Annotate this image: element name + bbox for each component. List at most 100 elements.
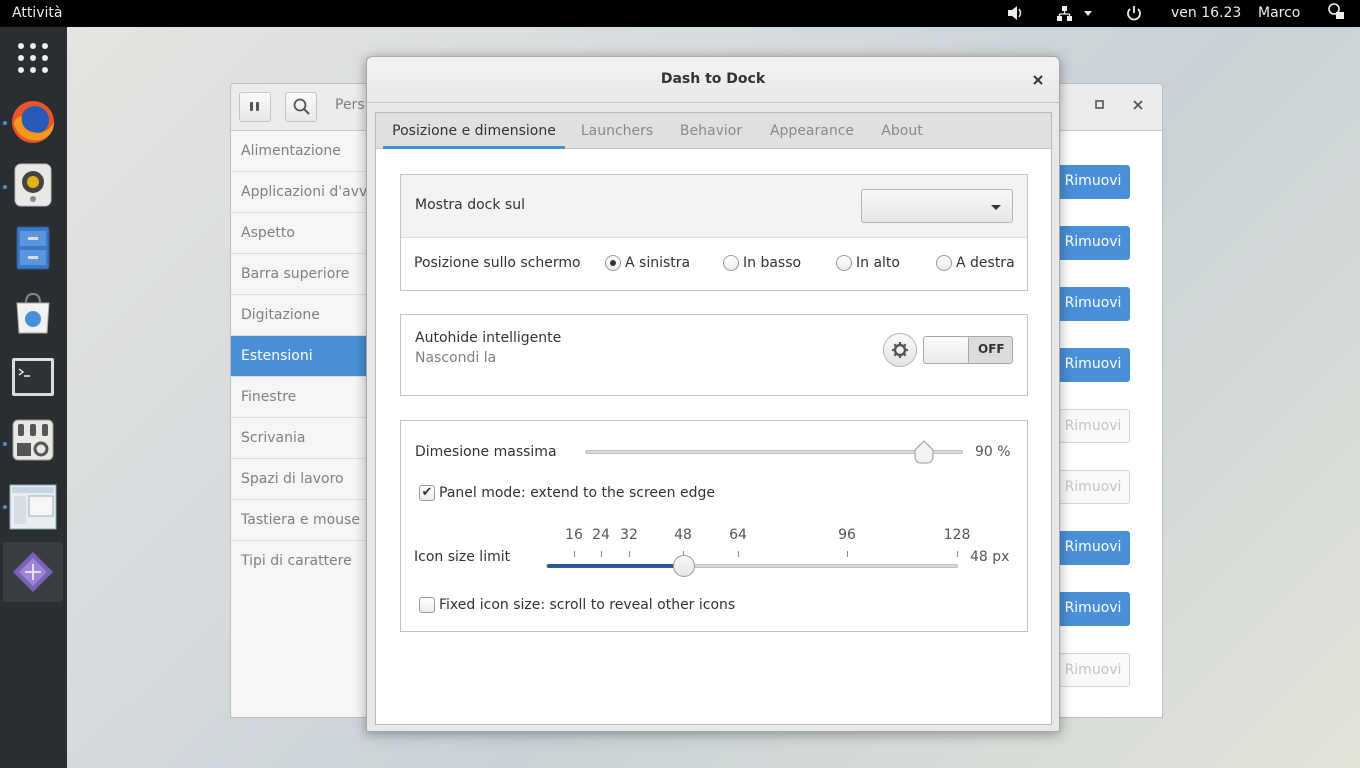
max-size-label: Dimesione massima bbox=[415, 444, 557, 460]
dock bbox=[0, 27, 67, 768]
radio-in-basso[interactable] bbox=[723, 255, 739, 271]
fixed-icon-checkbox[interactable] bbox=[419, 597, 435, 613]
chevron-down-icon bbox=[991, 205, 1001, 210]
switch-knob bbox=[924, 337, 969, 363]
panel-mode-label[interactable]: Panel mode: extend to the screen edge bbox=[439, 485, 715, 501]
icon-size-slider-handle[interactable] bbox=[673, 555, 695, 577]
show-dock-label: Mostra dock sul bbox=[415, 197, 525, 213]
max-size-slider-handle[interactable] bbox=[913, 440, 935, 464]
network-icon[interactable] bbox=[1056, 0, 1096, 27]
icon-size-mark: 96 bbox=[838, 527, 856, 543]
monitor-row: Mostra dock sul bbox=[401, 175, 1027, 237]
max-size-value: 90 % bbox=[975, 444, 1011, 460]
sidebar-item-tastiera-e-mouse[interactable]: Tastiera e mouse bbox=[231, 500, 371, 541]
remove-extension-button[interactable]: Rimuovi bbox=[1056, 226, 1130, 260]
running-indicator bbox=[3, 121, 7, 125]
icon-size-mark: 32 bbox=[620, 527, 638, 543]
remove-extension-button-disabled: Rimuovi bbox=[1056, 409, 1130, 443]
window-thumbnail-icon[interactable] bbox=[8, 482, 58, 532]
radio-a-destra-label[interactable]: A destra bbox=[956, 255, 1015, 271]
tab-behavior[interactable]: Behavior bbox=[671, 113, 751, 149]
icon-size-scale-marks: 16 24 32 48 64 96 128 bbox=[546, 527, 970, 547]
tab-posizione-e-dimensione[interactable]: Posizione e dimensione bbox=[383, 113, 565, 149]
icon-size-mark: 64 bbox=[729, 527, 747, 543]
remove-extension-button[interactable]: Rimuovi bbox=[1056, 592, 1130, 626]
sidebar-item-spazi-di-lavoro[interactable]: Spazi di lavoro bbox=[231, 459, 371, 500]
remove-extension-button[interactable]: Rimuovi bbox=[1056, 287, 1130, 321]
fixed-icon-label[interactable]: Fixed icon size: scroll to reveal other … bbox=[439, 597, 735, 613]
files-icon[interactable] bbox=[8, 223, 58, 273]
icon-size-mark: 128 bbox=[943, 527, 971, 543]
tweaks-sidebar: Alimentazione Applicazioni d'avvio Aspet… bbox=[231, 131, 371, 717]
software-icon[interactable] bbox=[8, 288, 58, 338]
autohide-switch[interactable]: OFF bbox=[923, 336, 1013, 364]
search-icon bbox=[293, 98, 310, 115]
terminal-icon[interactable] bbox=[8, 352, 58, 402]
sidebar-item-barra-superiore[interactable]: Barra superiore bbox=[231, 254, 371, 295]
size-frame: Dimesione massima 90 % ✔ Panel mode: ext… bbox=[400, 420, 1028, 632]
tab-launchers[interactable]: Launchers bbox=[573, 113, 661, 149]
autohide-frame: Autohide intelligente Nascondi la OFF bbox=[400, 314, 1028, 396]
top-bar: Attività ven 16.23 Marco bbox=[0, 0, 1360, 27]
autohide-settings-button[interactable] bbox=[883, 333, 917, 367]
dialog-title: Dash to Dock bbox=[367, 57, 1059, 103]
icon-size-ticks bbox=[546, 551, 958, 557]
user-menu[interactable]: Marco bbox=[1258, 0, 1300, 27]
running-indicator bbox=[3, 185, 7, 189]
icon-size-value: 48 px bbox=[970, 549, 1010, 565]
radio-in-alto[interactable] bbox=[836, 255, 852, 271]
app-grid-icon[interactable] bbox=[8, 33, 58, 83]
rhythmbox-icon[interactable] bbox=[8, 160, 58, 210]
power-icon[interactable] bbox=[1125, 0, 1143, 27]
autohide-sublabel: Nascondi la bbox=[415, 350, 497, 366]
radio-a-destra[interactable] bbox=[936, 255, 952, 271]
sidebar-item-estensioni[interactable]: Estensioni bbox=[231, 336, 371, 377]
sidebar-item-finestre[interactable]: Finestre bbox=[231, 377, 371, 418]
icon-size-slider-fill bbox=[547, 564, 684, 568]
clock[interactable]: ven 16.23 bbox=[1171, 0, 1241, 27]
sidebar-item-scrivania[interactable]: Scrivania bbox=[231, 418, 371, 459]
tweaks-icon[interactable] bbox=[8, 415, 58, 465]
dialog-body: Posizione e dimensione Launchers Behavio… bbox=[375, 112, 1052, 725]
accessibility-icon[interactable] bbox=[1326, 0, 1346, 27]
search-toggle-button[interactable] bbox=[285, 92, 317, 122]
sidebar-item-alimentazione[interactable]: Alimentazione bbox=[231, 131, 371, 172]
close-icon[interactable] bbox=[1031, 73, 1045, 87]
sidebar-item-digitazione[interactable]: Digitazione bbox=[231, 295, 371, 336]
monitor-dropdown[interactable] bbox=[861, 189, 1013, 223]
dash-to-dock-settings-icon[interactable] bbox=[3, 542, 63, 602]
remove-extension-button[interactable]: Rimuovi bbox=[1056, 165, 1130, 199]
dash-to-dock-dialog: Dash to Dock Posizione e dimensione Laun… bbox=[366, 56, 1060, 732]
icon-size-mark: 24 bbox=[592, 527, 610, 543]
position-frame: Mostra dock sul Posizione sullo schermo … bbox=[400, 174, 1028, 291]
radio-a-sinistra-label[interactable]: A sinistra bbox=[625, 255, 690, 271]
remove-extension-button[interactable]: Rimuovi bbox=[1056, 531, 1130, 565]
running-indicator bbox=[3, 442, 7, 446]
search-text[interactable]: Pers bbox=[335, 97, 365, 113]
radio-in-alto-label[interactable]: In alto bbox=[856, 255, 900, 271]
icon-size-label: Icon size limit bbox=[414, 549, 511, 565]
maximize-icon[interactable] bbox=[1093, 98, 1107, 112]
sidebar-item-applicazioni-avvio[interactable]: Applicazioni d'avvio bbox=[231, 172, 371, 213]
switch-state: OFF bbox=[978, 342, 1005, 356]
max-size-slider[interactable] bbox=[585, 440, 963, 464]
panel-mode-checkbox[interactable]: ✔ bbox=[419, 485, 435, 501]
gear-icon bbox=[892, 342, 908, 358]
autohide-label: Autohide intelligente bbox=[415, 330, 562, 346]
tab-appearance[interactable]: Appearance bbox=[762, 113, 862, 149]
radio-a-sinistra[interactable] bbox=[605, 255, 621, 271]
sidebar-item-aspetto[interactable]: Aspetto bbox=[231, 213, 371, 254]
firefox-icon[interactable] bbox=[8, 97, 58, 147]
remove-extension-button-disabled: Rimuovi bbox=[1056, 653, 1130, 687]
activities-button[interactable]: Attività bbox=[12, 0, 62, 27]
icon-size-slider[interactable] bbox=[546, 555, 958, 577]
tab-about[interactable]: About bbox=[872, 113, 932, 149]
tweaks-menu-button[interactable] bbox=[239, 92, 271, 122]
close-icon[interactable] bbox=[1131, 98, 1145, 112]
running-indicator bbox=[3, 505, 7, 509]
volume-icon[interactable] bbox=[1006, 0, 1024, 27]
radio-in-basso-label[interactable]: In basso bbox=[743, 255, 801, 271]
sidebar-item-tipi-di-carattere[interactable]: Tipi di carattere bbox=[231, 541, 371, 582]
position-label: Posizione sullo schermo bbox=[414, 255, 581, 271]
remove-extension-button[interactable]: Rimuovi bbox=[1056, 348, 1130, 382]
